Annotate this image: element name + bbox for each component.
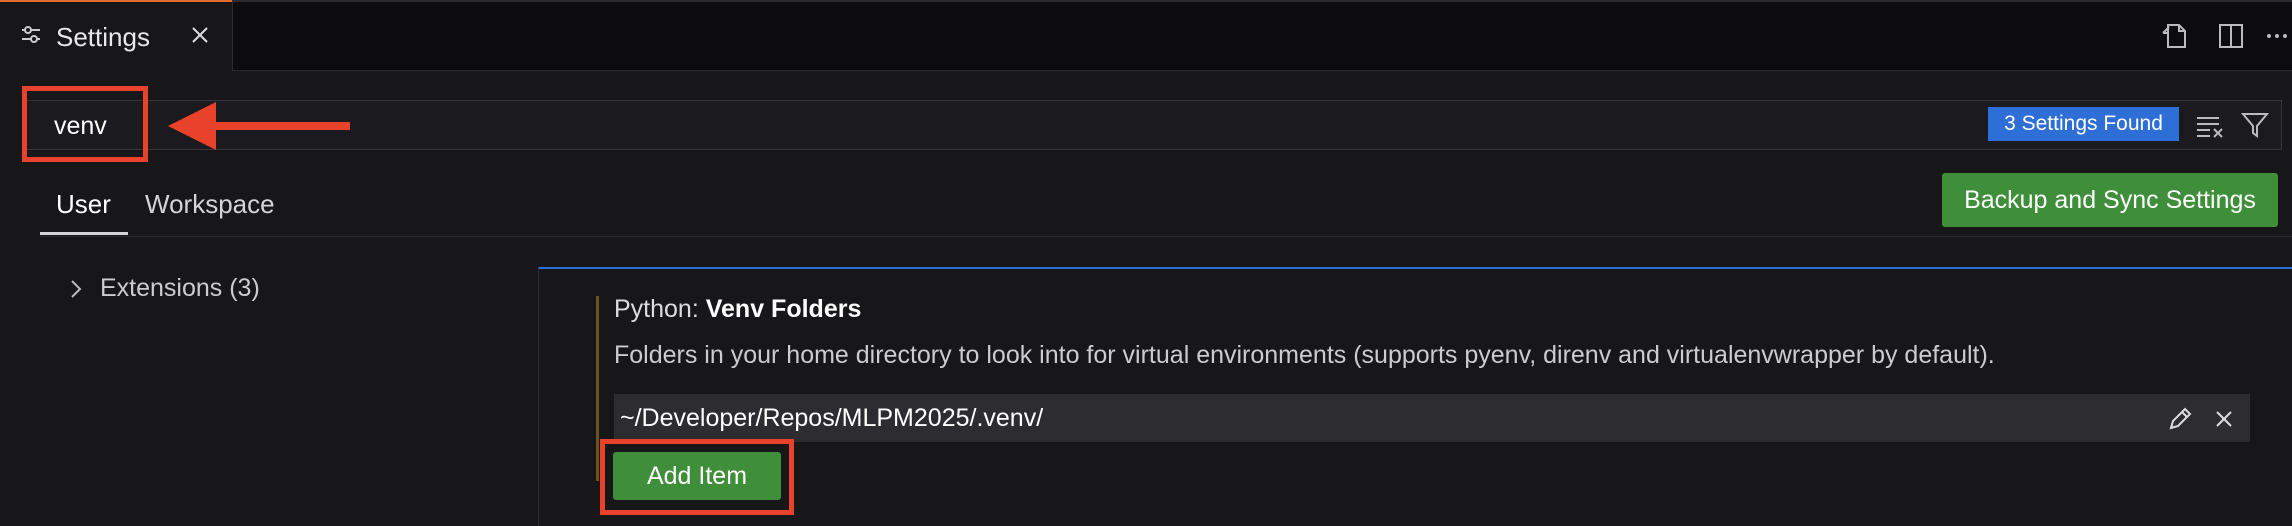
edit-pencil-icon[interactable]	[2166, 405, 2194, 433]
scope-divider	[40, 236, 2292, 237]
list-item-value: ~/Developer/Repos/MLPM2025/.venv/	[620, 404, 1044, 432]
remove-item-icon[interactable]	[2210, 405, 2238, 433]
split-editor-icon[interactable]	[2216, 21, 2246, 51]
setting-category: Python:	[614, 295, 706, 323]
tab-settings[interactable]: Settings	[0, 0, 233, 71]
filter-icon[interactable]	[2240, 110, 2270, 140]
toc-item-label: Extensions (3)	[100, 274, 260, 302]
setting-description: Folders in your home directory to look i…	[614, 341, 1995, 369]
annotation-highlight-add-item	[600, 439, 794, 515]
annotation-arrow-icon	[168, 102, 350, 150]
active-scope-indicator	[40, 232, 128, 235]
tab-title: Settings	[56, 22, 150, 52]
settings-sliders-icon	[22, 26, 40, 43]
tab-user[interactable]: User	[56, 189, 111, 220]
more-actions-icon[interactable]	[2264, 21, 2292, 51]
search-input[interactable]	[24, 100, 2282, 150]
modified-indicator-bar	[596, 296, 599, 481]
list-item[interactable]: ~/Developer/Repos/MLPM2025/.venv/	[614, 394, 2250, 442]
annotation-highlight-search	[22, 86, 148, 162]
close-icon[interactable]	[188, 23, 212, 47]
tab-workspace[interactable]: Workspace	[145, 189, 275, 220]
tab-bar-top-border	[0, 0, 2292, 2]
chevron-right-icon	[71, 280, 82, 298]
setting-name: Venv Folders	[705, 295, 862, 323]
open-settings-json-icon[interactable]	[2160, 21, 2190, 51]
active-tab-indicator	[0, 0, 232, 2]
clear-filter-icon[interactable]	[2194, 110, 2226, 140]
editor-tab-bar: Settings	[0, 0, 2292, 71]
settings-found-badge: 3 Settings Found	[1988, 107, 2179, 141]
setting-title: Python: Venv Folders	[614, 295, 861, 324]
backup-and-sync-button[interactable]: Backup and Sync Settings	[1942, 173, 2278, 227]
